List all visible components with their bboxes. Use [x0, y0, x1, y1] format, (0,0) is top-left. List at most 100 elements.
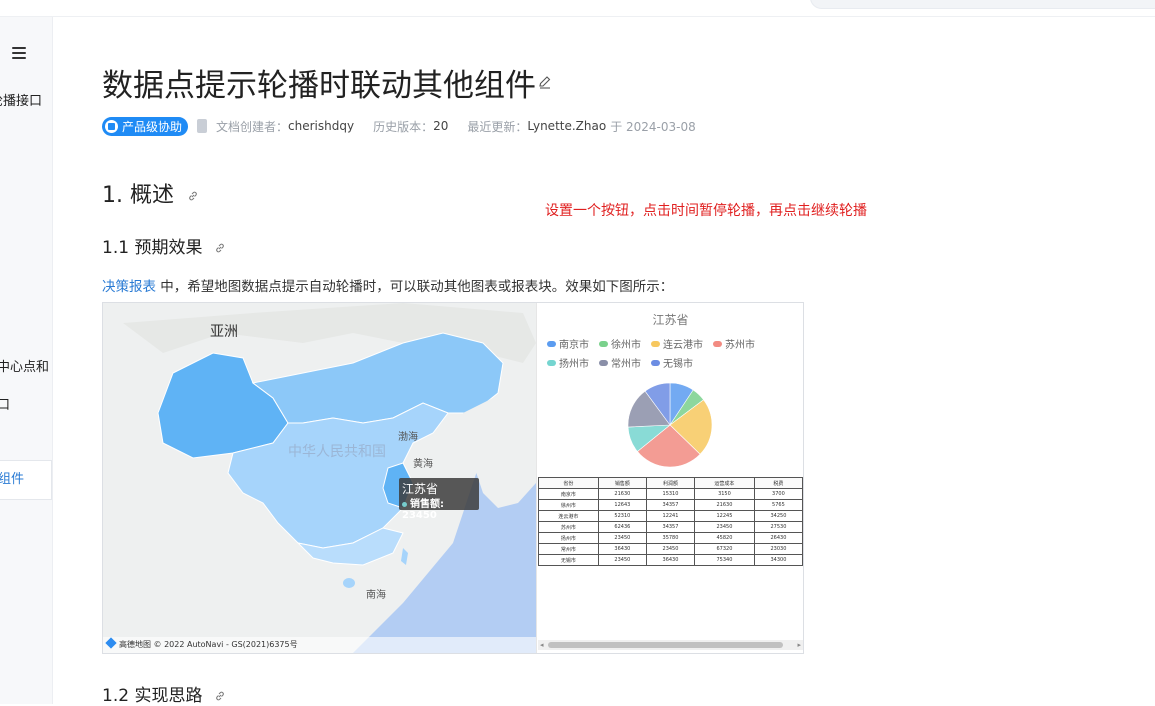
table-cell: 34300 [753, 554, 803, 566]
legend-item[interactable]: 徐州市 [599, 336, 641, 351]
table-cell: 无锡市 [538, 554, 599, 566]
doc-meta: 产品级协助 文档创建者： cherishdqy 历史版本： 20 最近更新： L… [102, 116, 696, 136]
table-cell: 34250 [753, 510, 803, 522]
decision-report-link[interactable]: 决策报表 [102, 279, 156, 295]
search-input[interactable] [810, 0, 1155, 9]
history-count[interactable]: 20 [433, 119, 448, 133]
table-cell: 21630 [694, 499, 755, 511]
table-cell: 27530 [753, 521, 803, 533]
pie-chart-panel: 江苏省 南京市 徐州市 连云港市 苏州市 扬州市 常州市 无锡市 省份 销售额 利润额 运营成本税… [536, 303, 803, 653]
table-cell: 34357 [645, 521, 696, 533]
sidebar-item-center-point[interactable]: 图中心点和 [0, 356, 49, 375]
table-row: 徐州市 12643 34357 21630 5765 [538, 499, 803, 511]
edit-icon[interactable] [538, 75, 552, 89]
table-cell: 12643 [597, 499, 647, 511]
table-cell: 3150 [694, 488, 755, 500]
sidebar: 轮播接口 图中心点和 接口 | 其他组件 [0, 17, 53, 704]
chart-title: 江苏省 [652, 313, 689, 327]
legend-item[interactable]: 苏州市 [713, 336, 755, 351]
map-label-bohai: 渤海 [398, 432, 418, 443]
legend-item[interactable]: 常州市 [599, 355, 641, 370]
table-cell: 23030 [753, 543, 803, 555]
legend-label: 无锡市 [663, 359, 693, 370]
anchor-link-icon[interactable] [187, 190, 199, 202]
table-cell: 26430 [753, 532, 803, 544]
updated-label: 最近更新： [467, 119, 528, 134]
legend-swatch [599, 359, 608, 366]
document-icon [197, 119, 208, 133]
updated-by[interactable]: Lynette.Zhao [527, 119, 606, 133]
legend-label: 常州市 [611, 359, 641, 370]
table-cell: 5765 [753, 499, 803, 511]
creator-label: 文档创建者： [216, 119, 289, 134]
legend-label: 扬州市 [559, 359, 589, 370]
anchor-link-icon[interactable] [214, 690, 226, 702]
legend-item[interactable]: 连云港市 [651, 336, 703, 351]
section-heading-approach: 1.2 实现思路 [102, 681, 226, 706]
legend-item[interactable]: 无锡市 [651, 355, 693, 370]
resize-handle[interactable]: ⋮ [52, 440, 56, 454]
table-cell: 52310 [597, 510, 647, 522]
paragraph-text: 中，希望地图数据点提示自动轮播时，可以联动其他图表或报表块。效果如下图所示： [156, 279, 674, 295]
tooltip-value: 销售额: 23450 [402, 499, 444, 521]
sidebar-item-carousel-api[interactable]: 轮播接口 [0, 90, 42, 109]
sidebar-item-linkage[interactable]: 其他组件 [0, 460, 52, 500]
table-header-cell: 运营成本 [694, 477, 755, 489]
pie-chart[interactable] [620, 375, 720, 475]
section-heading-effect: 1.1 预期效果 [102, 233, 226, 258]
china-map[interactable]: 亚洲 中华人民共和国 渤海 黄海 南海 江苏省 销售额: 23450 高德地图 … [103, 303, 536, 653]
map-label-south-sea: 南海 [366, 590, 386, 601]
table-cell: 36430 [597, 543, 647, 555]
sales-table: 省份 销售额 利润额 运营成本 税费 南京市 21630 15310 3150 3700 徐州市 12… [538, 477, 803, 566]
table-scrollbar[interactable]: ◂ ▸ [538, 640, 803, 650]
table-cell: 67320 [694, 543, 755, 555]
table-cell: 23450 [694, 521, 755, 533]
cube-icon [105, 119, 118, 133]
table-header-cell: 税费 [753, 477, 803, 489]
table-cell: 12245 [694, 510, 755, 522]
red-annotation: 设置一个按钮，点击时间暂停轮播，再点击继续轮播 [545, 203, 867, 219]
table-cell: 南京市 [538, 488, 599, 500]
sidebar-item-api[interactable]: 接口 [0, 394, 10, 413]
table-cell: 扬州市 [538, 532, 599, 544]
map-attribution: 高德地图 © 2022 AutoNavi - GS(2021)6375号 [103, 637, 536, 653]
legend-swatch [547, 359, 556, 366]
page-title: 数据点提示轮播时联动其他组件 [102, 68, 536, 104]
table-cell: 常州市 [538, 543, 599, 555]
creator-name[interactable]: cherishdqy [288, 119, 354, 133]
scrollbar-thumb[interactable] [548, 642, 783, 648]
table-row: 连云港市 52310 12241 12245 34250 [538, 510, 803, 522]
table-header-cell: 省份 [538, 477, 599, 489]
top-bar [0, 0, 1155, 17]
table-cell: 75340 [694, 554, 755, 566]
table-row: 无锡市 23450 36430 75340 34300 [538, 554, 803, 566]
section-heading-overview: 1. 概述 [102, 177, 199, 209]
table-cell: 3700 [753, 488, 803, 500]
table-cell: 15310 [645, 488, 696, 500]
legend-item[interactable]: 扬州市 [547, 355, 589, 370]
intro-paragraph: 决策报表 中，希望地图数据点提示自动轮播时，可以联动其他图表或报表块。效果如下图… [102, 275, 673, 295]
table-cell: 34357 [645, 499, 696, 511]
table-cell: 23450 [597, 532, 647, 544]
table-cell: 23450 [597, 554, 647, 566]
table-cell: 36430 [645, 554, 696, 566]
table-row: 常州市 36430 23450 67320 23030 [538, 543, 803, 555]
menu-icon[interactable] [12, 47, 26, 59]
table-cell: 35780 [645, 532, 696, 544]
updated-date: 于 2024-03-08 [610, 119, 696, 134]
table-row: 苏州市 62436 34357 23450 27530 [538, 521, 803, 533]
table-cell: 徐州市 [538, 499, 599, 511]
table-header-cell: 销售额 [597, 477, 647, 489]
table-row: 扬州市 23450 35780 45820 26430 [538, 532, 803, 544]
legend-item[interactable]: 南京市 [547, 336, 589, 351]
table-cell: 23450 [645, 543, 696, 555]
table-cell: 62436 [597, 521, 647, 533]
table-cell: 21630 [597, 488, 647, 500]
legend-label: 南京市 [559, 340, 589, 351]
legend-swatch [651, 359, 660, 366]
map-label-yellow-sea: 黄海 [413, 459, 433, 470]
anchor-link-icon[interactable] [214, 242, 226, 254]
legend-swatch [713, 340, 722, 347]
product-badge[interactable]: 产品级协助 [102, 116, 189, 136]
map-label-china: 中华人民共和国 [288, 444, 386, 460]
